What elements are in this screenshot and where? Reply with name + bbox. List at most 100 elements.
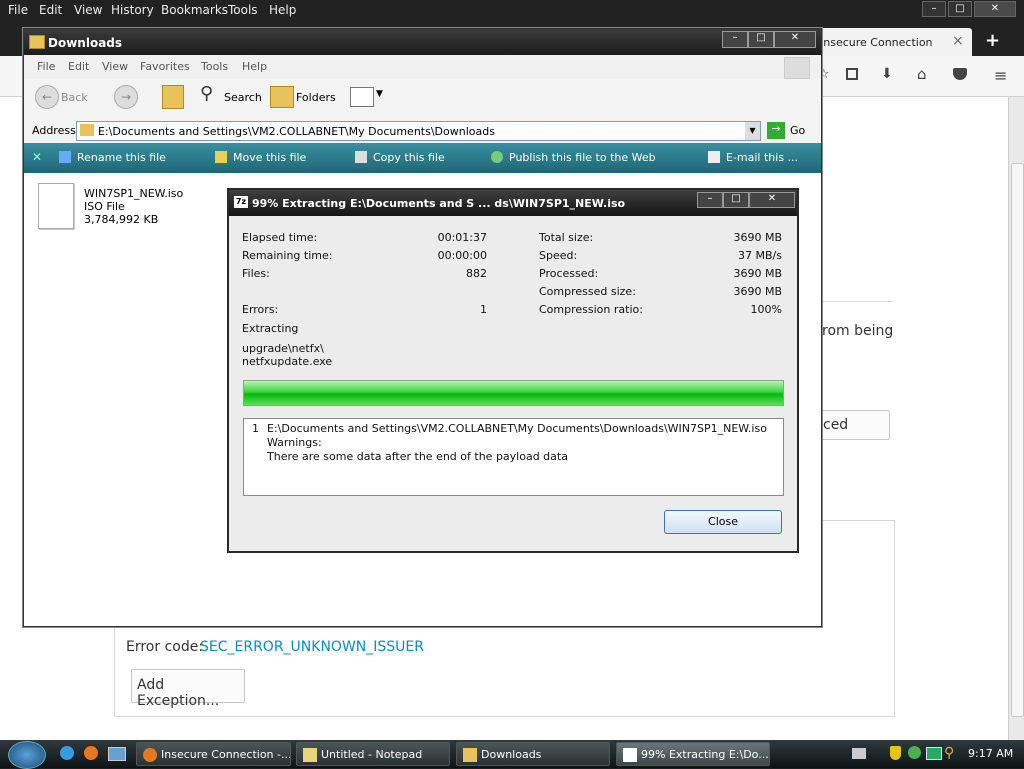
menu-history[interactable]: History bbox=[111, 3, 154, 17]
file-name: WIN7SP1_NEW.iso bbox=[84, 187, 184, 200]
menu-help[interactable]: Help bbox=[242, 60, 267, 73]
total-size-value: 3690 MB bbox=[733, 231, 782, 244]
close-button[interactable]: Close bbox=[664, 510, 782, 534]
clock[interactable]: 9:17 AM bbox=[968, 747, 1013, 760]
7zip-icon bbox=[623, 748, 637, 762]
menu-favorites[interactable]: Favorites bbox=[140, 60, 190, 73]
hamburger-menu-icon[interactable]: ≡ bbox=[994, 66, 1007, 85]
minimize-icon[interactable]: – bbox=[922, 1, 946, 17]
download-icon[interactable]: ⬇ bbox=[881, 66, 893, 82]
error-code-label: Error code: bbox=[126, 639, 204, 655]
minimize-icon[interactable]: – bbox=[722, 31, 748, 48]
7zip-icon: 7z bbox=[234, 196, 248, 208]
back-label[interactable]: Back bbox=[61, 91, 88, 104]
search-icon[interactable]: ⚲ bbox=[944, 745, 954, 761]
menu-file[interactable]: File bbox=[8, 3, 28, 17]
new-tab-icon[interactable]: + bbox=[985, 30, 1000, 51]
tab-close-icon[interactable]: × bbox=[952, 33, 964, 49]
menu-view[interactable]: View bbox=[102, 60, 128, 73]
shield-icon[interactable] bbox=[890, 746, 901, 760]
menu-view[interactable]: View bbox=[74, 3, 102, 17]
taskbar-firefox[interactable]: Insecure Connection -... bbox=[136, 742, 291, 766]
total-size-label: Total size: bbox=[539, 231, 594, 244]
taskbar-7zip[interactable]: 99% Extracting E:\Do... bbox=[616, 742, 770, 766]
progress-fill bbox=[244, 381, 778, 405]
explorer-title: Downloads bbox=[48, 36, 123, 50]
message-log[interactable]: 1 E:\Documents and Settings\VM2.COLLABNE… bbox=[243, 418, 784, 496]
extract-dialog-titlebar: 7z 99% Extracting E:\Documents and S ...… bbox=[229, 190, 797, 216]
update-icon[interactable] bbox=[908, 746, 921, 759]
task-rename[interactable]: Rename this file bbox=[59, 151, 166, 164]
reading-list-icon[interactable] bbox=[846, 68, 858, 80]
search-label[interactable]: Search bbox=[224, 91, 262, 104]
file-icon bbox=[38, 183, 74, 229]
chevron-down-icon[interactable]: ▼ bbox=[745, 122, 760, 140]
elapsed-label: Elapsed time: bbox=[242, 231, 318, 244]
tab-insecure-connection[interactable]: Insecure Connection × bbox=[818, 28, 972, 58]
address-bar: Address E:\Documents and Settings\VM2.CO… bbox=[24, 119, 821, 144]
rename-icon bbox=[59, 151, 71, 163]
close-icon[interactable]: ✕ bbox=[749, 192, 795, 208]
error-code-link[interactable]: SEC_ERROR_UNKNOWN_ISSUER bbox=[200, 639, 424, 655]
views-icon[interactable] bbox=[350, 87, 374, 107]
current-file-path: upgrade\netfx\ bbox=[242, 342, 324, 355]
menu-help[interactable]: Help bbox=[269, 3, 296, 17]
keyboard-icon[interactable] bbox=[852, 748, 866, 759]
close-icon[interactable]: ✕ bbox=[774, 31, 816, 48]
back-arrow-icon[interactable]: ← bbox=[35, 85, 59, 109]
taskbar: Insecure Connection -... Untitled - Note… bbox=[0, 740, 1024, 769]
current-file-name: netfxupdate.exe bbox=[242, 355, 333, 368]
menu-edit[interactable]: Edit bbox=[68, 60, 89, 73]
files-label: Files: bbox=[242, 267, 270, 280]
processed-value: 3690 MB bbox=[733, 267, 782, 280]
maximize-icon[interactable]: □ bbox=[948, 1, 972, 17]
close-icon[interactable]: ✕ bbox=[974, 1, 1016, 17]
taskbar-downloads[interactable]: Downloads bbox=[456, 742, 610, 766]
folders-icon[interactable] bbox=[270, 86, 294, 108]
log-path: E:\Documents and Settings\VM2.COLLABNET\… bbox=[267, 422, 767, 435]
home-icon[interactable]: ⌂ bbox=[917, 65, 927, 83]
folders-label[interactable]: Folders bbox=[296, 91, 336, 104]
globe-icon bbox=[491, 151, 503, 163]
minimize-icon[interactable]: – bbox=[697, 192, 723, 208]
scrollbar-thumb[interactable] bbox=[1011, 163, 1024, 717]
menu-bookmarks[interactable]: Bookmarks bbox=[161, 3, 228, 17]
task-move[interactable]: Move this file bbox=[215, 151, 306, 164]
menu-tools[interactable]: Tools bbox=[201, 60, 228, 73]
up-folder-icon[interactable] bbox=[162, 85, 184, 109]
close-icon[interactable]: ✕ bbox=[32, 150, 42, 164]
folder-icon bbox=[80, 124, 94, 136]
ie-icon[interactable] bbox=[60, 746, 74, 760]
address-field[interactable]: E:\Documents and Settings\VM2.COLLABNET\… bbox=[76, 121, 761, 141]
search-icon[interactable]: ⚲ bbox=[200, 83, 213, 104]
task-label: E-mail this ... bbox=[726, 151, 799, 164]
forward-arrow-icon[interactable]: → bbox=[114, 85, 138, 109]
status-text: Extracting bbox=[242, 322, 299, 335]
menu-tools[interactable]: Tools bbox=[228, 3, 258, 17]
task-label: Copy this file bbox=[373, 151, 445, 164]
task-copy[interactable]: Copy this file bbox=[355, 151, 445, 164]
remaining-label: Remaining time: bbox=[242, 249, 333, 262]
go-label[interactable]: Go bbox=[790, 124, 805, 137]
advanced-button[interactable]: ced bbox=[818, 410, 890, 440]
file-item[interactable]: WIN7SP1_NEW.iso ISO File 3,784,992 KB bbox=[36, 181, 183, 231]
task-email[interactable]: E-mail this ... bbox=[708, 151, 798, 164]
page-text-partial: rom being bbox=[822, 323, 894, 339]
explorer-toolbar: ← Back → ⚲ Search Folders ▼ bbox=[24, 79, 821, 120]
network-icon[interactable] bbox=[926, 747, 942, 760]
go-arrow-icon[interactable]: → bbox=[767, 122, 785, 139]
firefox-scrollbar[interactable] bbox=[1008, 97, 1024, 740]
maximize-icon[interactable]: □ bbox=[748, 31, 774, 48]
maximize-icon[interactable]: □ bbox=[723, 192, 749, 208]
show-desktop-icon[interactable] bbox=[108, 747, 126, 761]
chevron-down-icon[interactable]: ▼ bbox=[376, 89, 383, 99]
menu-edit[interactable]: Edit bbox=[39, 3, 62, 17]
start-button[interactable] bbox=[8, 741, 46, 769]
pocket-icon[interactable] bbox=[953, 68, 967, 80]
firefox-icon[interactable] bbox=[84, 746, 98, 760]
menu-file[interactable]: File bbox=[37, 60, 55, 73]
taskbar-notepad[interactable]: Untitled - Notepad bbox=[296, 742, 450, 766]
task-publish[interactable]: Publish this file to the Web bbox=[491, 151, 656, 164]
file-size: 3,784,992 KB bbox=[84, 213, 159, 226]
add-exception-button[interactable]: Add Exception... bbox=[131, 669, 245, 709]
